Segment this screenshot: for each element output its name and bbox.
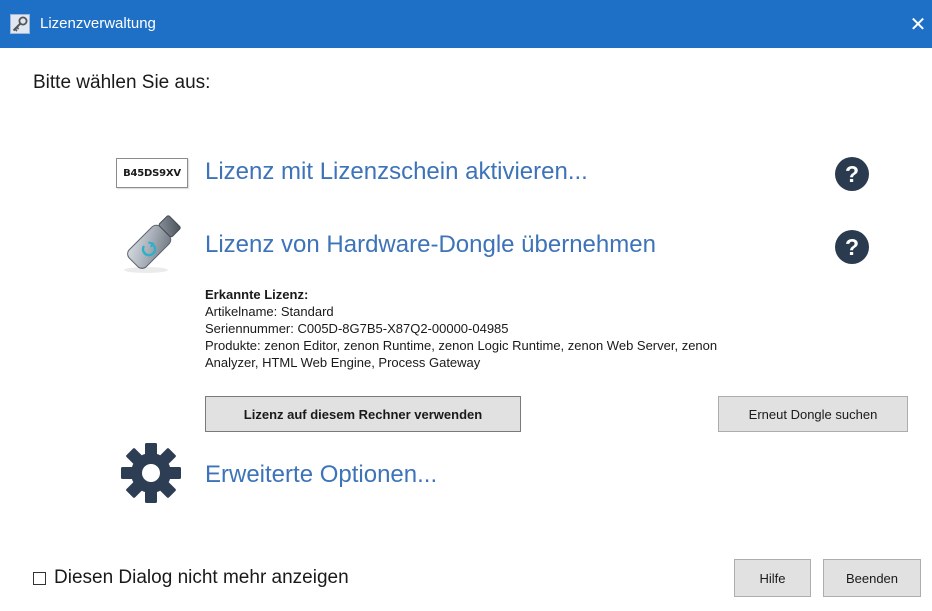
serial-number: Seriennummer: C005D-8G7B5-X87Q2-00000-04… (205, 321, 509, 336)
products-list: Produkte: zenon Editor, zenon Runtime, z… (205, 338, 718, 370)
usb-dongle-icon (124, 215, 181, 273)
help-glyph: ? (844, 233, 860, 260)
dont-show-again-checkbox[interactable]: Diesen Dialog nicht mehr anzeigen (33, 567, 349, 589)
article-name: Artikelname: Standard (205, 304, 334, 319)
help-button[interactable]: Hilfe (734, 559, 811, 597)
search-dongle-button[interactable]: Erneut Dongle suchen (718, 396, 908, 432)
activate-license-link[interactable]: Lizenz mit Lizenzschein aktivieren... (205, 158, 588, 186)
title-bar: Lizenzverwaltung ✕ (0, 0, 932, 48)
window-title: Lizenzverwaltung (40, 15, 156, 32)
checkbox-box[interactable] (33, 571, 46, 585)
help-glyph: ? (844, 160, 860, 187)
dongle-help-icon[interactable]: ? (835, 230, 869, 264)
license-certificate-code: B45DS9XV (123, 167, 181, 179)
license-manager-window: Lizenzverwaltung ✕ Bitte wählen Sie aus:… (0, 0, 932, 611)
advanced-options-link[interactable]: Erweiterte Optionen... (205, 461, 437, 489)
prompt-text: Bitte wählen Sie aus: (33, 72, 211, 93)
dont-show-again-label: Diesen Dialog nicht mehr anzeigen (54, 567, 349, 588)
use-license-button[interactable]: Lizenz auf diesem Rechner verwenden (205, 396, 521, 432)
activate-help-icon[interactable]: ? (835, 157, 869, 191)
key-icon (10, 14, 30, 34)
detected-license-info: Erkannte Lizenz: Artikelname: Standard S… (205, 286, 725, 371)
license-certificate-icon: B45DS9XV (116, 158, 188, 188)
gear-icon (121, 443, 181, 503)
detected-license-heading: Erkannte Lizenz: (205, 287, 309, 302)
dongle-license-link[interactable]: Lizenz von Hardware-Dongle übernehmen (205, 231, 656, 259)
close-icon: ✕ (909, 13, 927, 36)
exit-button[interactable]: Beenden (823, 559, 921, 597)
close-button[interactable]: ✕ (904, 0, 932, 48)
